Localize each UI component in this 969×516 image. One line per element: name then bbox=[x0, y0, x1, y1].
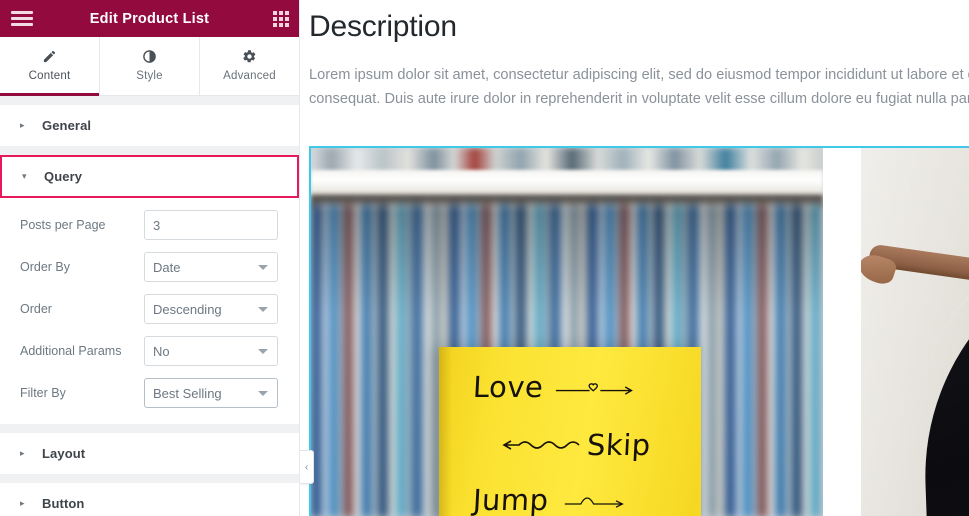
paragraph-line: consequat. Duis aute irure dolor in repr… bbox=[309, 88, 969, 112]
tab-content-label: Content bbox=[29, 70, 71, 82]
product-image-dress[interactable] bbox=[861, 148, 969, 516]
chevron-down-icon bbox=[258, 265, 268, 270]
heart-arrow-icon bbox=[549, 379, 641, 395]
bookshelf-photo: Love Skip bbox=[311, 148, 823, 516]
model-photo bbox=[861, 148, 969, 516]
preview-canvas: Description Lorem ipsum dolor sit amet, … bbox=[300, 0, 969, 516]
section-button[interactable]: ▸ Button bbox=[0, 483, 299, 516]
cover-word: Love bbox=[472, 370, 544, 404]
control-filter-by: Filter By Best Selling bbox=[0, 372, 299, 414]
control-label: Additional Params bbox=[20, 344, 144, 358]
field-value: Date bbox=[153, 260, 180, 275]
product-image-book[interactable]: Love Skip bbox=[311, 148, 823, 516]
filter-by-select[interactable]: Best Selling bbox=[144, 378, 278, 408]
chevron-right-icon: ▸ bbox=[20, 499, 30, 508]
section-gap bbox=[0, 146, 299, 155]
order-select[interactable]: Descending bbox=[144, 294, 278, 324]
chevron-down-icon bbox=[258, 349, 268, 354]
squiggle-arrow-left-icon bbox=[501, 437, 581, 453]
section-general[interactable]: ▸ General bbox=[0, 105, 299, 146]
shelf-board bbox=[311, 170, 823, 198]
pencil-icon bbox=[42, 48, 57, 65]
bump-arrow-right-icon bbox=[555, 492, 637, 508]
control-order-by: Order By Date bbox=[0, 246, 299, 288]
order-by-select[interactable]: Date bbox=[144, 252, 278, 282]
page-title: Description bbox=[309, 10, 969, 44]
field-value: Best Selling bbox=[153, 386, 222, 401]
elementor-editor: Edit Product List Content bbox=[0, 0, 969, 516]
chevron-left-icon: ‹ bbox=[305, 462, 308, 473]
field-value: No bbox=[153, 344, 170, 359]
editor-panel: Edit Product List Content bbox=[0, 0, 300, 516]
section-layout[interactable]: ▸ Layout bbox=[0, 433, 299, 474]
query-controls: Posts per Page 3 Order By Date Order Des… bbox=[0, 198, 299, 424]
control-label: Order bbox=[20, 302, 144, 316]
panel-title: Edit Product List bbox=[0, 11, 299, 27]
product-list-widget[interactable]: Love Skip bbox=[309, 146, 969, 516]
posts-per-page-input[interactable]: 3 bbox=[144, 210, 278, 240]
description-paragraph: Lorem ipsum dolor sit amet, consectetur … bbox=[309, 64, 969, 112]
control-order: Order Descending bbox=[0, 288, 299, 330]
section-query[interactable]: ▾ Query bbox=[0, 155, 299, 198]
chevron-down-icon bbox=[258, 391, 268, 396]
grid-icon[interactable] bbox=[273, 11, 289, 27]
cover-line-3: Jump bbox=[473, 478, 673, 516]
section-query-label: Query bbox=[44, 169, 82, 184]
tab-style-label: Style bbox=[136, 70, 163, 82]
paragraph-line: Lorem ipsum dolor sit amet, consectetur … bbox=[309, 64, 969, 88]
gear-icon bbox=[242, 48, 257, 65]
cover-line-2: Skip bbox=[473, 423, 673, 467]
book-spine bbox=[439, 347, 452, 516]
section-gap bbox=[0, 96, 299, 105]
section-gap bbox=[0, 424, 299, 433]
cover-line-1: Love bbox=[473, 365, 673, 409]
cover-word: Jump bbox=[472, 483, 549, 516]
control-posts-per-page: Posts per Page 3 bbox=[0, 204, 299, 246]
section-button-label: Button bbox=[42, 496, 84, 511]
field-value: 3 bbox=[153, 218, 160, 233]
chevron-right-icon: ▸ bbox=[20, 121, 30, 130]
contrast-icon bbox=[142, 48, 157, 65]
chevron-right-icon: ▸ bbox=[20, 449, 30, 458]
panel-header: Edit Product List bbox=[0, 0, 299, 37]
cover-word: Skip bbox=[586, 428, 651, 462]
control-label: Filter By bbox=[20, 386, 144, 400]
tab-style[interactable]: Style bbox=[100, 37, 199, 96]
tab-advanced[interactable]: Advanced bbox=[200, 37, 299, 96]
control-label: Posts per Page bbox=[20, 218, 144, 232]
control-additional-params: Additional Params No bbox=[0, 330, 299, 372]
section-general-label: General bbox=[42, 118, 91, 133]
additional-params-select[interactable]: No bbox=[144, 336, 278, 366]
field-value: Descending bbox=[153, 302, 222, 317]
panel-tabs: Content Style Advanced bbox=[0, 37, 299, 96]
section-layout-label: Layout bbox=[42, 446, 85, 461]
panel-collapse-handle[interactable]: ‹ bbox=[300, 450, 314, 484]
hamburger-icon[interactable] bbox=[11, 11, 33, 26]
tab-content[interactable]: Content bbox=[0, 37, 99, 96]
control-label: Order By bbox=[20, 260, 144, 274]
section-gap bbox=[0, 474, 299, 483]
tab-advanced-label: Advanced bbox=[223, 70, 276, 82]
chevron-down-icon bbox=[258, 307, 268, 312]
chevron-down-icon: ▾ bbox=[22, 172, 32, 181]
yellow-book-cover: Love Skip bbox=[439, 347, 701, 516]
